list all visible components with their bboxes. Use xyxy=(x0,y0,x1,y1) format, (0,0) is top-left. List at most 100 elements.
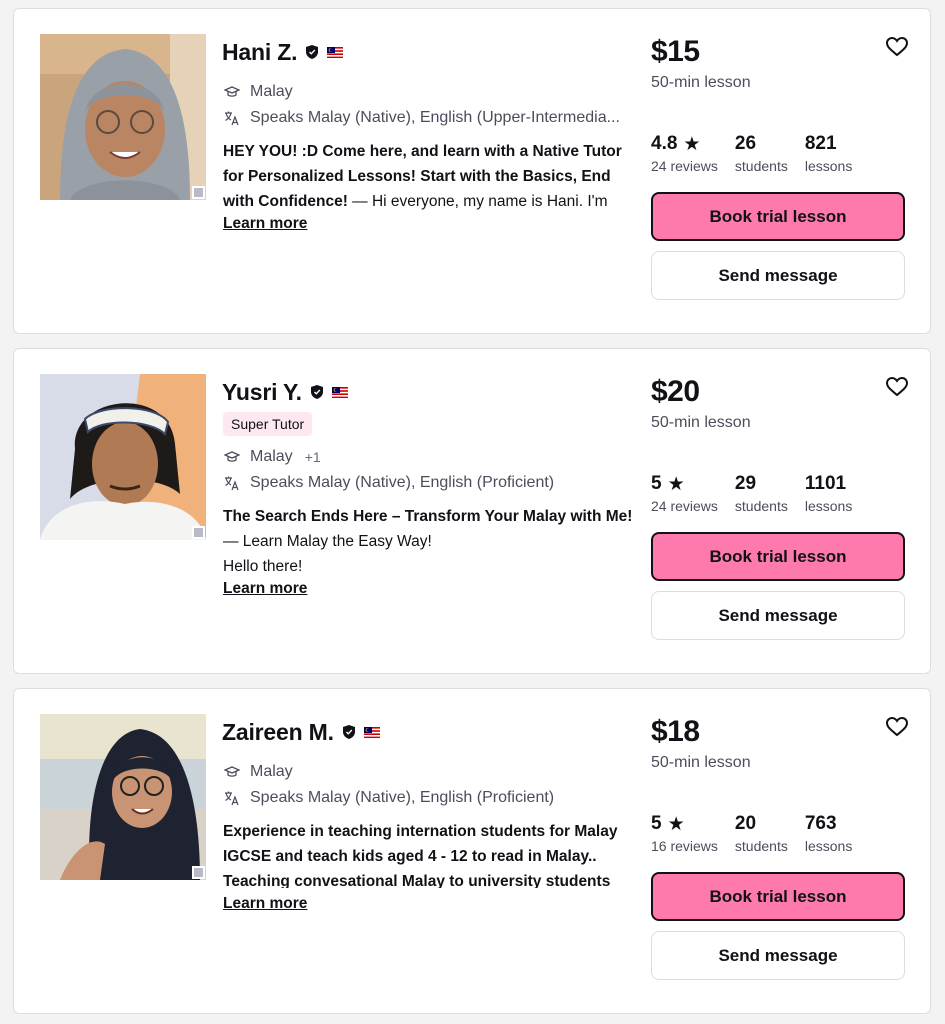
book-trial-button[interactable]: Book trial lesson xyxy=(651,192,905,241)
rating-stat[interactable]: 4.8 ★ 24 reviews xyxy=(651,132,718,174)
description-headline: Experience in teaching internation stude… xyxy=(223,823,618,888)
tutor-name[interactable]: Hani Z. xyxy=(222,39,297,66)
star-icon: ★ xyxy=(683,133,701,155)
lessons-label: lessons xyxy=(804,498,853,514)
students-label: students xyxy=(734,498,788,514)
students-value: 29 xyxy=(734,473,757,494)
graduation-cap-icon xyxy=(224,451,240,462)
graduation-cap-icon xyxy=(224,86,240,97)
subject-label: Malay xyxy=(250,83,293,100)
tutor-description: The Search Ends Here – Transform Your Ma… xyxy=(223,504,641,579)
lessons-value: 1101 xyxy=(804,473,847,494)
book-trial-button[interactable]: Book trial lesson xyxy=(651,872,905,921)
tutor-stats: 5 ★ 16 reviews 20 students 763 lessons xyxy=(651,812,869,854)
reviews-count: 16 reviews xyxy=(651,838,718,854)
lessons-stat: 821 lessons xyxy=(805,132,852,174)
students-stat: 20 students xyxy=(735,812,788,854)
star-icon: ★ xyxy=(667,813,685,835)
verified-shield-icon xyxy=(342,725,355,739)
favorite-heart-icon[interactable] xyxy=(886,377,908,397)
students-label: students xyxy=(734,838,788,854)
languages-label: Speaks Malay (Native), English (Proficie… xyxy=(250,474,555,491)
languages-label: Speaks Malay (Native), English (Proficie… xyxy=(250,789,555,806)
languages-row: Speaks Malay (Native), English (Proficie… xyxy=(224,789,554,807)
tutor-description: HEY YOU! :D Come here, and learn with a … xyxy=(223,139,641,214)
lessons-label: lessons xyxy=(804,838,853,854)
rating-stat[interactable]: 5 ★ 24 reviews xyxy=(651,472,718,514)
tutor-name[interactable]: Zaireen M. xyxy=(222,719,334,746)
super-tutor-badge: Super Tutor xyxy=(223,412,313,436)
subject-label: Malay xyxy=(250,763,293,780)
learn-more-link[interactable]: Learn more xyxy=(223,895,307,913)
subject-extra-count[interactable]: +1 xyxy=(305,449,321,465)
send-message-button[interactable]: Send message xyxy=(651,251,905,300)
rating-value: 5 xyxy=(651,473,662,494)
description-headline: The Search Ends Here – Transform Your Ma… xyxy=(223,508,633,525)
students-value: 26 xyxy=(734,133,757,154)
subject-label: Malay xyxy=(250,448,293,465)
lessons-value: 821 xyxy=(804,133,837,154)
lesson-length: 50-min lesson xyxy=(651,754,751,771)
price: $20 xyxy=(651,375,700,408)
price: $18 xyxy=(651,715,700,748)
tutor-stats: 5 ★ 24 reviews 29 students 1101 lessons xyxy=(651,472,869,514)
star-icon: ★ xyxy=(667,473,685,495)
price: $15 xyxy=(651,35,700,68)
online-status-indicator xyxy=(192,866,205,879)
learn-more-link[interactable]: Learn more xyxy=(223,215,307,233)
tutor-description: Experience in teaching internation stude… xyxy=(223,819,641,888)
languages-label: Speaks Malay (Native), English (Upper-In… xyxy=(250,109,620,126)
learn-more-link[interactable]: Learn more xyxy=(223,580,307,598)
send-message-button[interactable]: Send message xyxy=(651,591,905,640)
online-status-indicator xyxy=(192,186,205,199)
online-status-indicator xyxy=(192,526,205,539)
graduation-cap-icon xyxy=(224,766,240,777)
rating-value: 4.8 xyxy=(651,133,678,154)
languages-row: Speaks Malay (Native), English (Upper-In… xyxy=(224,109,620,127)
favorite-heart-icon[interactable] xyxy=(886,37,908,57)
students-stat: 29 students xyxy=(735,472,788,514)
tutor-name-row: Hani Z. xyxy=(222,37,344,67)
malaysia-flag-icon xyxy=(331,386,348,398)
reviews-count: 24 reviews xyxy=(651,158,718,174)
subject-row: Malay xyxy=(224,763,293,781)
lessons-label: lessons xyxy=(804,158,853,174)
malaysia-flag-icon xyxy=(327,46,344,58)
lesson-length: 50-min lesson xyxy=(651,414,751,431)
book-trial-button[interactable]: Book trial lesson xyxy=(651,532,905,581)
tutor-stats: 4.8 ★ 24 reviews 26 students 821 lessons xyxy=(651,132,869,174)
verified-shield-icon xyxy=(310,385,323,399)
lessons-value: 763 xyxy=(804,813,837,834)
translate-icon xyxy=(225,791,239,806)
malaysia-flag-icon xyxy=(363,726,380,738)
languages-row: Speaks Malay (Native), English (Proficie… xyxy=(224,474,554,492)
subject-row: Malay +1 xyxy=(224,448,321,466)
favorite-heart-icon[interactable] xyxy=(886,717,908,737)
students-stat: 26 students xyxy=(735,132,788,174)
tutor-avatar[interactable] xyxy=(40,34,206,200)
tutor-avatar[interactable] xyxy=(40,374,206,540)
tutor-card[interactable]: Hani Z. Malay Speaks Malay (Native), Eng… xyxy=(13,8,931,334)
description-intro: — Hi everyone, my name is Hani. I'm xyxy=(347,193,608,210)
verified-shield-icon xyxy=(306,45,319,59)
students-value: 20 xyxy=(734,813,757,834)
rating-stat[interactable]: 5 ★ 16 reviews xyxy=(651,812,718,854)
lessons-stat: 763 lessons xyxy=(805,812,852,854)
tutor-card[interactable]: Zaireen M. Malay Speaks Malay (Native), … xyxy=(13,688,931,1014)
description-greeting: Hello there! xyxy=(223,558,303,575)
students-label: students xyxy=(734,158,788,174)
tutor-avatar[interactable] xyxy=(40,714,206,880)
tutor-name-row: Zaireen M. xyxy=(222,717,380,747)
send-message-button[interactable]: Send message xyxy=(651,931,905,980)
subject-row: Malay xyxy=(224,83,293,101)
tutor-name-row: Yusri Y. xyxy=(222,377,348,407)
translate-icon xyxy=(225,111,239,126)
rating-value: 5 xyxy=(651,813,662,834)
lessons-stat: 1101 lessons xyxy=(805,472,852,514)
translate-icon xyxy=(225,476,239,491)
lesson-length: 50-min lesson xyxy=(651,74,751,91)
reviews-count: 24 reviews xyxy=(651,498,718,514)
tutor-name[interactable]: Yusri Y. xyxy=(222,379,302,406)
description-intro: — Learn Malay the Easy Way! xyxy=(223,533,432,550)
tutor-card[interactable]: Yusri Y. Super Tutor Malay +1 Speaks Mala… xyxy=(13,348,931,674)
